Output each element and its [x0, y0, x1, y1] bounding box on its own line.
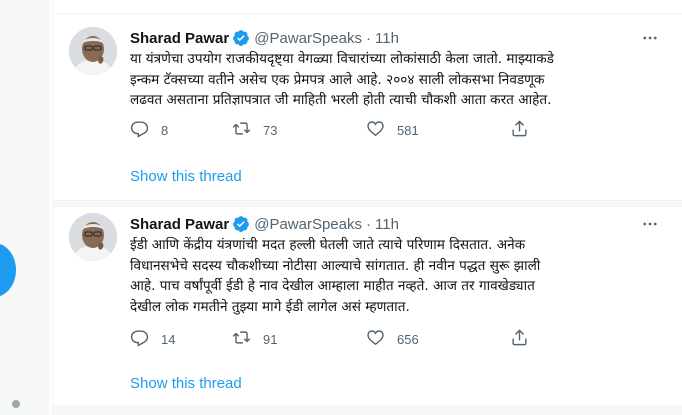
- like-count: 581: [397, 122, 419, 138]
- left-sidebar-edge: [0, 0, 50, 415]
- author-name[interactable]: Sharad Pawar: [130, 216, 229, 233]
- tweet-text-line: इन्कम टॅक्सच्या वतीने असेच एक प्रेमपत्र …: [130, 71, 545, 88]
- retweet-button[interactable]: 91: [232, 328, 277, 350]
- retweet-button[interactable]: 73: [232, 119, 277, 141]
- reply-icon: [130, 328, 149, 350]
- tweet-header: Sharad Pawar @PawarSpeaks · 11h: [130, 27, 399, 49]
- author-handle[interactable]: @PawarSpeaks: [254, 30, 362, 47]
- tweet-text-line: या यंत्रणेचा उपयोग राजकीयदृष्ट्या वेगळ्य…: [130, 51, 554, 67]
- show-thread-link[interactable]: Show this thread: [130, 375, 242, 392]
- avatar[interactable]: [69, 213, 117, 261]
- show-thread-link[interactable]: Show this thread: [130, 168, 242, 185]
- like-icon: [366, 328, 385, 350]
- divider: [53, 200, 682, 207]
- more-options-icon[interactable]: [639, 27, 661, 49]
- timestamp[interactable]: 11h: [375, 30, 399, 47]
- timeline: Sharad Pawar @PawarSpeaks · 11h या यंत्र…: [52, 0, 682, 415]
- share-button[interactable]: [510, 119, 529, 141]
- author-handle[interactable]: @PawarSpeaks: [254, 216, 362, 233]
- like-button[interactable]: 656: [366, 328, 419, 350]
- reply-icon: [130, 119, 149, 141]
- retweet-icon: [232, 328, 251, 350]
- tweet-actions: 14 91 656: [130, 328, 550, 350]
- timestamp[interactable]: 11h: [375, 216, 399, 233]
- author-name[interactable]: Sharad Pawar: [130, 30, 229, 47]
- divider: [53, 406, 682, 415]
- retweet-icon: [232, 119, 251, 141]
- retweet-count: 91: [263, 331, 278, 347]
- tweet-text: या यंत्रणेचा उपयोग राजकीयदृष्ट्या वेगळ्य…: [130, 49, 630, 111]
- like-button[interactable]: 581: [366, 119, 419, 141]
- reply-count: 8: [161, 122, 169, 138]
- tweet-text-line: ईडी आणि केंद्रीय यंत्रणांची मदत हल्ली घे…: [130, 237, 526, 253]
- reply-button[interactable]: 14: [130, 328, 175, 350]
- like-count: 656: [397, 331, 419, 347]
- verified-badge-icon: [232, 215, 250, 233]
- tweet-text-line: देखील लोक गमतीने तुझ्या मागे ईडी लागेल अ…: [130, 298, 410, 315]
- tweet[interactable]: Sharad Pawar @PawarSpeaks · 11h ईडी आणि …: [53, 207, 682, 415]
- like-icon: [366, 119, 385, 141]
- tweet-text-line: विधानसभेचे सदस्य चौकशीच्या नोटीसा आल्याच…: [130, 257, 541, 274]
- tweet[interactable]: Sharad Pawar @PawarSpeaks · 11h या यंत्र…: [53, 0, 682, 200]
- more-options-icon[interactable]: [639, 213, 661, 235]
- share-button[interactable]: [510, 328, 529, 350]
- tweet-text-line: आहे. पाच वर्षांपूर्वी ईडी हे नाव देखील आ…: [130, 278, 535, 294]
- tweet-compose-button[interactable]: [0, 243, 16, 297]
- avatar[interactable]: [69, 27, 117, 75]
- verified-badge-icon: [232, 29, 250, 47]
- tweet-text-line: लढवत असताना प्रतिज्ञापत्रात जी माहिती भर…: [130, 92, 552, 108]
- reply-count: 14: [161, 331, 176, 347]
- retweet-count: 73: [263, 122, 278, 138]
- sidebar-dot: [12, 400, 20, 408]
- share-icon: [510, 119, 529, 141]
- separator-dot: ·: [366, 215, 371, 233]
- reply-button[interactable]: 8: [130, 119, 168, 141]
- tweet-header: Sharad Pawar @PawarSpeaks · 11h: [130, 213, 399, 235]
- tweet-actions: 8 73 581: [130, 119, 550, 141]
- tweet-text: ईडी आणि केंद्रीय यंत्रणांची मदत हल्ली घे…: [130, 235, 630, 317]
- share-icon: [510, 328, 529, 350]
- separator-dot: ·: [366, 29, 371, 47]
